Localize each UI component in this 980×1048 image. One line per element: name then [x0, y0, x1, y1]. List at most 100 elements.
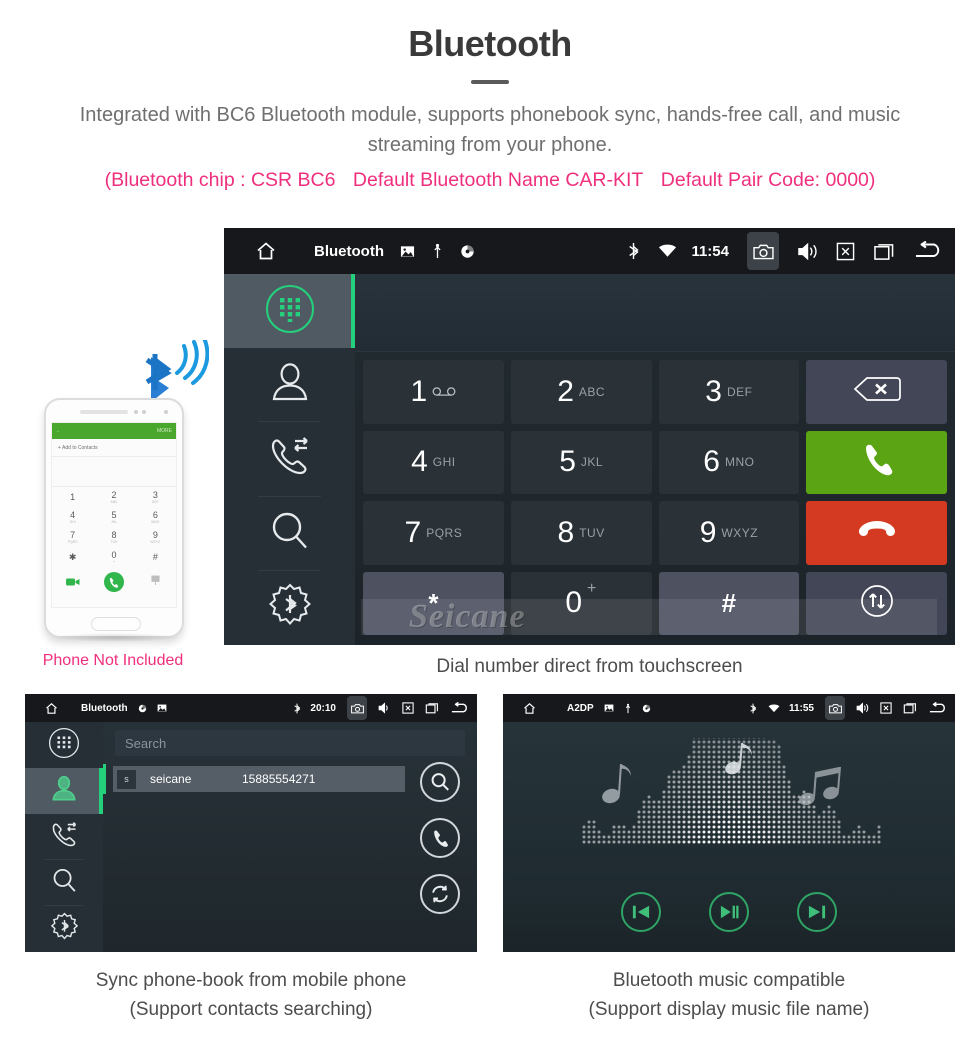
- hangup-button[interactable]: [806, 501, 947, 565]
- phone-not-included-note: Phone Not Included: [42, 652, 184, 669]
- recents-icon[interactable]: [903, 702, 917, 714]
- key-digit: 4: [411, 445, 428, 479]
- contact-number: 15885554271: [242, 772, 316, 786]
- bluetooth-signal-icon: [133, 336, 210, 403]
- key-star[interactable]: *: [363, 571, 504, 635]
- spec-name: Default Bluetooth Name CAR-KIT: [352, 169, 644, 191]
- sidebar-item-dialpad[interactable]: [25, 722, 103, 768]
- number-display[interactable]: [355, 274, 955, 352]
- status-clock: 20:10: [310, 702, 336, 714]
- key-digit: *: [428, 588, 439, 619]
- phone-keypad-toggle-icon: [151, 573, 160, 591]
- back-icon[interactable]: [928, 701, 946, 715]
- key-digit: 3: [705, 374, 722, 408]
- phonebook-body: Search s seicane 15885554271: [25, 722, 477, 952]
- camera-icon[interactable]: [347, 696, 367, 720]
- home-icon[interactable]: [44, 701, 59, 716]
- key-letters: TUV: [579, 525, 605, 540]
- volume-icon[interactable]: [378, 702, 391, 714]
- phone-key: ✱: [68, 551, 77, 562]
- sidebar-item-call-history[interactable]: [25, 814, 103, 860]
- search-button[interactable]: [420, 762, 460, 802]
- key-letters: GHI: [432, 455, 456, 470]
- key-1[interactable]: 1: [363, 360, 504, 424]
- key-0[interactable]: 0 +: [510, 571, 652, 635]
- status-bar: A2DP 11:55: [503, 694, 955, 722]
- sidebar-item-bluetooth-settings[interactable]: [224, 571, 355, 645]
- call-button[interactable]: [806, 430, 947, 494]
- music-notes-icon: [602, 743, 841, 806]
- key-2[interactable]: 2 ABC: [510, 360, 652, 424]
- search-placeholder: Search: [125, 735, 167, 751]
- search-input[interactable]: Search: [115, 730, 465, 756]
- close-box-icon[interactable]: [836, 242, 855, 261]
- contact-list-item[interactable]: s seicane 15885554271: [103, 764, 405, 794]
- dialpad-icon: [47, 726, 81, 765]
- key-5[interactable]: 5 JKL: [510, 430, 652, 494]
- camera-icon[interactable]: [747, 232, 779, 270]
- sync-button[interactable]: [420, 874, 460, 914]
- transfer-audio-button[interactable]: [806, 571, 947, 635]
- volume-icon[interactable]: [856, 702, 869, 714]
- key-digit: 9: [699, 515, 717, 549]
- call-button[interactable]: [420, 818, 460, 858]
- page-subtitle: Integrated with BC6 Bluetooth module, su…: [79, 104, 901, 156]
- previous-button[interactable]: [621, 892, 661, 932]
- close-box-icon[interactable]: [880, 702, 892, 714]
- phone-key: 6 MNO: [151, 509, 160, 524]
- volume-icon[interactable]: [797, 242, 818, 261]
- sidebar-item-contacts[interactable]: [224, 348, 355, 423]
- title-divider: [471, 80, 509, 84]
- music-body: [503, 705, 955, 952]
- key-8[interactable]: 8 TUV: [510, 501, 652, 565]
- voicemail-icon: [432, 385, 456, 399]
- phone-call-button: [103, 572, 124, 592]
- home-icon[interactable]: [522, 701, 537, 716]
- music-caption-line1: Bluetooth music compatible: [612, 970, 846, 991]
- key-digit: 5: [559, 445, 576, 479]
- recents-icon[interactable]: [425, 702, 439, 714]
- next-button[interactable]: [797, 892, 837, 932]
- key-3[interactable]: 3 DEF: [658, 360, 800, 424]
- status-bar: Bluetooth 11:54: [224, 228, 955, 274]
- recents-icon[interactable]: [873, 242, 895, 261]
- phone-key: 4 GHI: [69, 509, 76, 524]
- key-hash[interactable]: #: [658, 571, 800, 635]
- key-letters: +: [587, 579, 597, 597]
- sidebar-item-search[interactable]: [224, 497, 355, 571]
- search-icon: [49, 865, 80, 901]
- key-digit: 8: [557, 515, 575, 549]
- key-4[interactable]: 4 GHI: [363, 430, 504, 494]
- disc-icon: [642, 704, 651, 713]
- phone-key: 1: [70, 491, 76, 502]
- disc-icon: [460, 244, 475, 259]
- transfer-icon: [858, 582, 896, 625]
- phone-sensor: [142, 410, 146, 414]
- sidebar-item-dialpad[interactable]: [224, 274, 355, 349]
- phonebook-main: Search s seicane 15885554271: [103, 722, 477, 952]
- key-letters: PQRS: [426, 525, 463, 540]
- key-digit: #: [721, 588, 737, 619]
- phone-speaker: [80, 410, 128, 414]
- phone-more-label: MORE: [157, 428, 172, 434]
- play-pause-button[interactable]: [709, 892, 749, 932]
- sidebar-item-call-history[interactable]: [224, 422, 355, 497]
- key-7[interactable]: 7 PQRS: [363, 501, 504, 565]
- key-letters: ABC: [578, 384, 606, 399]
- sidebar-item-contacts[interactable]: [25, 768, 103, 814]
- close-box-icon[interactable]: [402, 702, 414, 714]
- sidebar-item-bluetooth-settings[interactable]: [25, 906, 103, 952]
- status-title: Bluetooth: [314, 242, 384, 260]
- sidebar-item-search[interactable]: [25, 860, 103, 906]
- home-icon[interactable]: [254, 239, 278, 263]
- contact-name: seicane: [150, 772, 192, 786]
- spec-line: (Bluetooth chip : CSR BC6 Default Blueto…: [0, 166, 980, 194]
- dialer-right-pane: 1 2 ABC 3 DEF 4 GHI 5 JKL 6 MNO 7 PQRS 8…: [355, 274, 955, 645]
- back-icon[interactable]: [450, 701, 468, 715]
- back-icon[interactable]: [913, 241, 941, 261]
- dot-matrix-equalizer: [581, 705, 881, 846]
- key-6[interactable]: 6 MNO: [658, 430, 800, 494]
- camera-icon[interactable]: [825, 696, 845, 720]
- backspace-button[interactable]: [806, 360, 947, 424]
- key-9[interactable]: 9 WXYZ: [658, 501, 800, 565]
